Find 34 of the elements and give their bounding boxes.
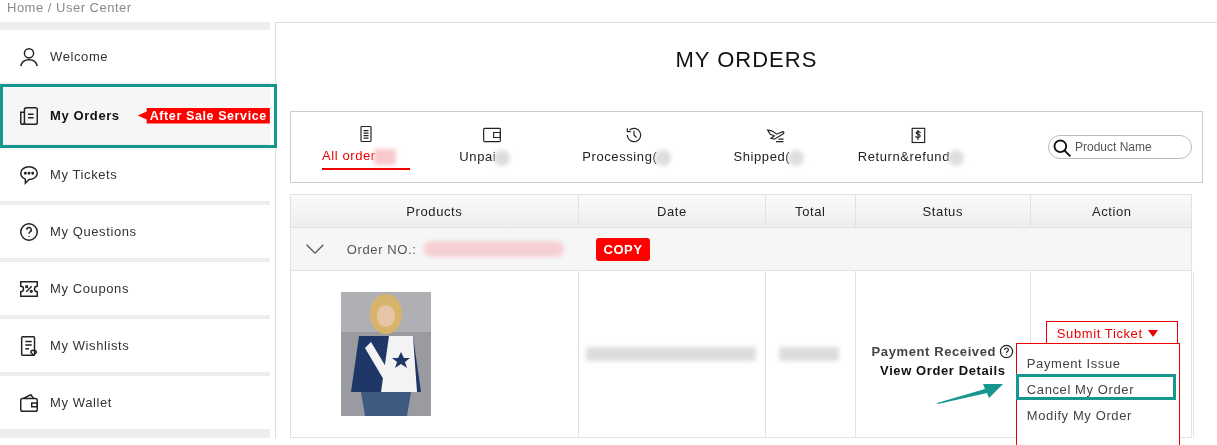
orders-icon — [18, 104, 40, 127]
wallet-icon — [18, 391, 40, 414]
redacted-count — [948, 149, 964, 166]
redacted-count — [494, 149, 511, 166]
menu-item[interactable]: Cancel My Order — [1015, 374, 1176, 400]
chat-icon — [18, 163, 40, 186]
redacted-count — [373, 148, 396, 165]
order-tab[interactable]: All order — [310, 124, 421, 170]
view-details-link[interactable]: View Order Details — [880, 363, 1006, 378]
user-icon — [18, 45, 40, 68]
wishlist-icon — [18, 334, 40, 357]
menu-item[interactable]: Modify My Order — [1015, 400, 1179, 426]
search-icon — [1052, 138, 1072, 158]
help-icon[interactable] — [999, 344, 1015, 359]
redacted-count — [788, 149, 805, 166]
service-badge: After Sale Service — [137, 107, 270, 124]
sidebar-item[interactable]: My Orders After Sale Service — [0, 87, 270, 144]
menu-item[interactable]: Payment Issue — [1015, 348, 1179, 374]
order-tab[interactable]: Return&refund — [846, 125, 989, 169]
question-icon — [18, 220, 40, 243]
order-tab[interactable]: Processing( — [562, 125, 705, 169]
search-field[interactable]: Product Name — [1048, 135, 1192, 159]
order-tab[interactable]: Unpai — [420, 125, 563, 169]
order-tab[interactable]: Shipped( — [704, 125, 847, 169]
status-text: Payment Received — [871, 344, 997, 359]
page-title: MY ORDERS — [674, 46, 819, 74]
breadcrumb: Home / User Center — [6, 0, 133, 17]
redacted-count — [655, 149, 672, 166]
order-number-label: Order NO.: — [346, 241, 417, 257]
column-header: Action — [1090, 202, 1133, 221]
redacted-total — [779, 347, 840, 361]
chevron-icon[interactable] — [304, 243, 325, 255]
caret-icon — [1147, 330, 1158, 337]
copy-button[interactable]: COPY — [596, 237, 650, 261]
